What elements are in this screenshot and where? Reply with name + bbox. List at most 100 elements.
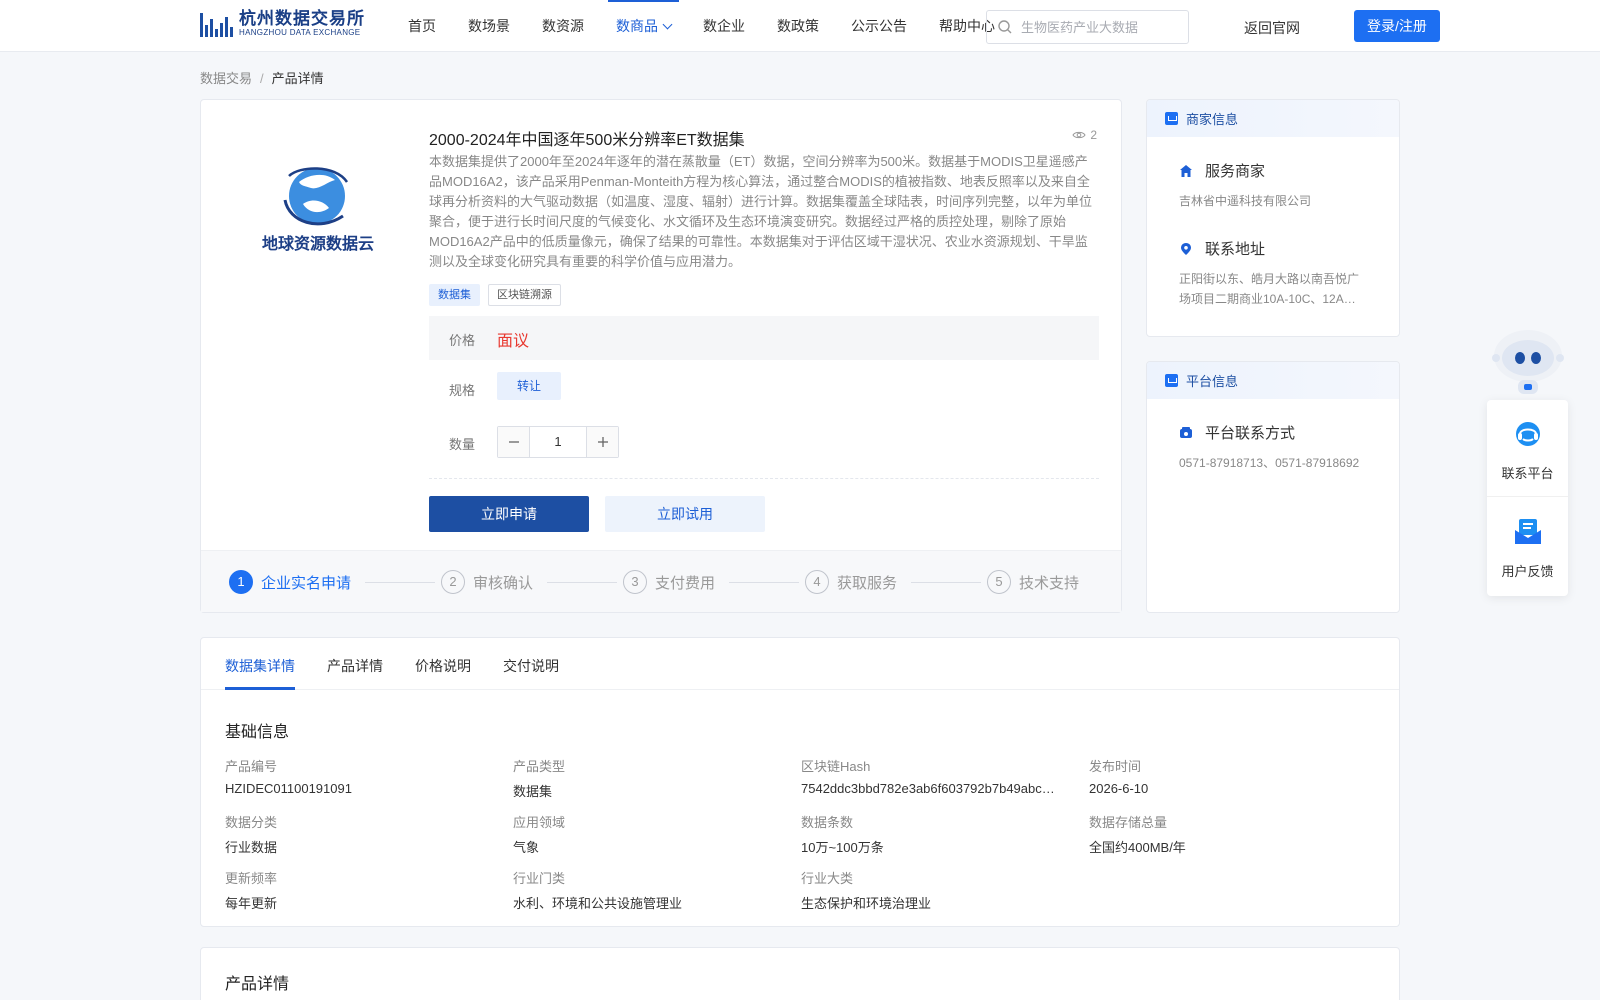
contact-platform-button[interactable]: 联系平台 bbox=[1487, 418, 1568, 482]
step-label: 审核确认 bbox=[473, 574, 534, 592]
provider-logo-text: 地球资源数据云 bbox=[261, 236, 374, 253]
logo-bars-icon bbox=[200, 11, 233, 37]
increment-button[interactable] bbox=[587, 427, 618, 457]
nav-products-label: 数商品 bbox=[616, 18, 658, 34]
search-input[interactable] bbox=[1021, 19, 1181, 35]
step-label: 支付费用 bbox=[655, 574, 716, 592]
step-connector bbox=[911, 582, 981, 583]
step-connector bbox=[365, 582, 435, 583]
nav-home[interactable]: 首页 bbox=[400, 0, 444, 52]
breadcrumb-separator: / bbox=[260, 71, 264, 86]
product-details-title: 产品详情 bbox=[225, 976, 290, 993]
info-value: 生态保护和环境治理业 bbox=[801, 896, 932, 911]
nav-policies[interactable]: 数政策 bbox=[769, 0, 827, 52]
product-card: 地球资源数据云 2000-2024年中国逐年500米分辨率ET数据集 2 本数据… bbox=[200, 99, 1122, 613]
info-label: 产品编号 bbox=[225, 759, 278, 774]
user-feedback-label: 用户反馈 bbox=[1501, 564, 1554, 579]
info-label: 更新频率 bbox=[225, 871, 278, 886]
breadcrumb-root[interactable]: 数据交易 bbox=[200, 71, 252, 86]
floating-service-panel: 联系平台 用户反馈 bbox=[1487, 400, 1568, 596]
logo-title: 杭州数据交易所 bbox=[239, 9, 365, 28]
product-description: 本数据集提供了2000年至2024年逐年的潜在蒸散量（ET）数据，空间分辨率为5… bbox=[429, 154, 1093, 269]
site-logo[interactable]: 杭州数据交易所 HANGZHOU DATA EXCHANGE bbox=[200, 10, 365, 38]
tab-delivery-description[interactable]: 交付说明 bbox=[503, 656, 559, 676]
breadcrumb: 数据交易 / 产品详情 bbox=[200, 68, 324, 87]
user-feedback-button[interactable]: 用户反馈 bbox=[1487, 516, 1568, 580]
customer-service-icon bbox=[1515, 422, 1540, 446]
nav-resources[interactable]: 数资源 bbox=[534, 0, 592, 52]
info-application-field: 应用领域 气象 bbox=[513, 812, 789, 856]
product-details-section: 产品详情 bbox=[200, 947, 1400, 1000]
step-connector bbox=[729, 582, 799, 583]
back-to-official-link[interactable]: 返回官网 bbox=[1244, 18, 1300, 38]
info-blockchain-hash: 区块链Hash 7542ddc3bbd782e3ab6f603792b7b49a… bbox=[801, 756, 1077, 796]
main-nav: 首页 数场景 数资源 数商品 数企业 数政策 公示公告 帮助中心 bbox=[400, 0, 1019, 52]
price-value: 面议 bbox=[497, 333, 530, 350]
eye-icon bbox=[1072, 131, 1086, 139]
info-label: 发布时间 bbox=[1089, 759, 1142, 774]
nav-enterprises[interactable]: 数企业 bbox=[695, 0, 753, 52]
view-count: 2 bbox=[1072, 128, 1097, 142]
spec-label: 规格 bbox=[449, 383, 476, 398]
tab-dataset-details[interactable]: 数据集详情 bbox=[225, 656, 295, 676]
login-register-button[interactable]: 登录/注册 bbox=[1354, 10, 1440, 42]
step-label: 技术支持 bbox=[1019, 574, 1080, 592]
assistant-robot-icon[interactable] bbox=[1488, 322, 1568, 402]
search-icon bbox=[998, 20, 1012, 34]
decrement-button[interactable] bbox=[498, 427, 529, 457]
plus-icon bbox=[597, 437, 608, 447]
info-value: 气象 bbox=[513, 840, 540, 855]
apply-now-button[interactable]: 立即申请 bbox=[429, 496, 589, 532]
details-card: 数据集详情 产品详情 价格说明 交付说明 基础信息 产品编号 HZIDEC011… bbox=[200, 637, 1400, 927]
info-label: 应用领域 bbox=[513, 815, 566, 830]
info-value: 每年更新 bbox=[225, 896, 278, 911]
breadcrumb-current: 产品详情 bbox=[271, 71, 324, 86]
quantity-row: 数量 1 bbox=[429, 426, 1099, 466]
service-merchant-section: 服务商家 吉林省中遥科技有限公司 bbox=[1179, 160, 1369, 211]
store-icon bbox=[1165, 112, 1178, 125]
feedback-mail-icon bbox=[1514, 519, 1541, 544]
nav-announcements[interactable]: 公示公告 bbox=[843, 0, 915, 52]
info-label: 产品类型 bbox=[513, 759, 566, 774]
try-now-button[interactable]: 立即试用 bbox=[605, 496, 765, 532]
info-value: 数据集 bbox=[513, 784, 553, 799]
step-number: 1 bbox=[229, 570, 253, 594]
quantity-label: 数量 bbox=[449, 437, 476, 452]
chevron-down-icon bbox=[662, 19, 673, 30]
nav-scenes[interactable]: 数场景 bbox=[460, 0, 518, 52]
info-product-type: 产品类型 数据集 bbox=[513, 756, 789, 800]
info-industry-category: 行业门类 水利、环境和公共设施管理业 bbox=[513, 868, 789, 912]
contact-address-title: 联系地址 bbox=[1205, 241, 1266, 258]
tab-product-details[interactable]: 产品详情 bbox=[327, 656, 383, 676]
info-label: 数据存储总量 bbox=[1089, 815, 1168, 830]
phone-icon bbox=[1180, 426, 1192, 438]
step-4: 4 获取服务 bbox=[805, 570, 897, 594]
info-update-frequency: 更新频率 每年更新 bbox=[225, 868, 501, 912]
step-number: 4 bbox=[805, 570, 829, 594]
tab-price-description[interactable]: 价格说明 bbox=[415, 656, 471, 676]
info-label: 数据分类 bbox=[225, 815, 278, 830]
info-data-category: 数据分类 行业数据 bbox=[225, 812, 501, 856]
step-number: 3 bbox=[623, 570, 647, 594]
contact-platform-label: 联系平台 bbox=[1501, 466, 1554, 481]
info-product-id: 产品编号 HZIDEC01100191091 bbox=[225, 756, 501, 796]
process-steps: 1 企业实名申请 2 审核确认 3 支付费用 4 获取服务 5 技术支持 bbox=[201, 550, 1121, 612]
detail-tabs: 数据集详情 产品详情 价格说明 交付说明 bbox=[201, 638, 1399, 690]
quantity-value[interactable]: 1 bbox=[529, 427, 587, 457]
info-storage-total: 数据存储总量 全国约400MB/年 bbox=[1089, 812, 1365, 856]
search-box[interactable] bbox=[986, 10, 1189, 44]
nav-products[interactable]: 数商品 bbox=[608, 0, 679, 52]
info-label: 区块链Hash bbox=[801, 759, 871, 774]
info-value: 2026-6-10 bbox=[1089, 781, 1149, 796]
step-3: 3 支付费用 bbox=[623, 570, 715, 594]
basic-info-title: 基础信息 bbox=[225, 724, 290, 741]
merchant-info-title: 商家信息 bbox=[1186, 112, 1239, 127]
logo-subtitle: HANGZHOU DATA EXCHANGE bbox=[239, 28, 361, 37]
info-value: 水利、环境和公共设施管理业 bbox=[513, 896, 683, 911]
spec-option-transfer[interactable]: 转让 bbox=[497, 372, 561, 400]
service-merchant-title: 服务商家 bbox=[1205, 163, 1266, 180]
step-connector bbox=[547, 582, 617, 583]
info-label: 行业大类 bbox=[801, 871, 854, 886]
home-icon bbox=[1180, 164, 1192, 177]
info-label: 行业门类 bbox=[513, 871, 566, 886]
